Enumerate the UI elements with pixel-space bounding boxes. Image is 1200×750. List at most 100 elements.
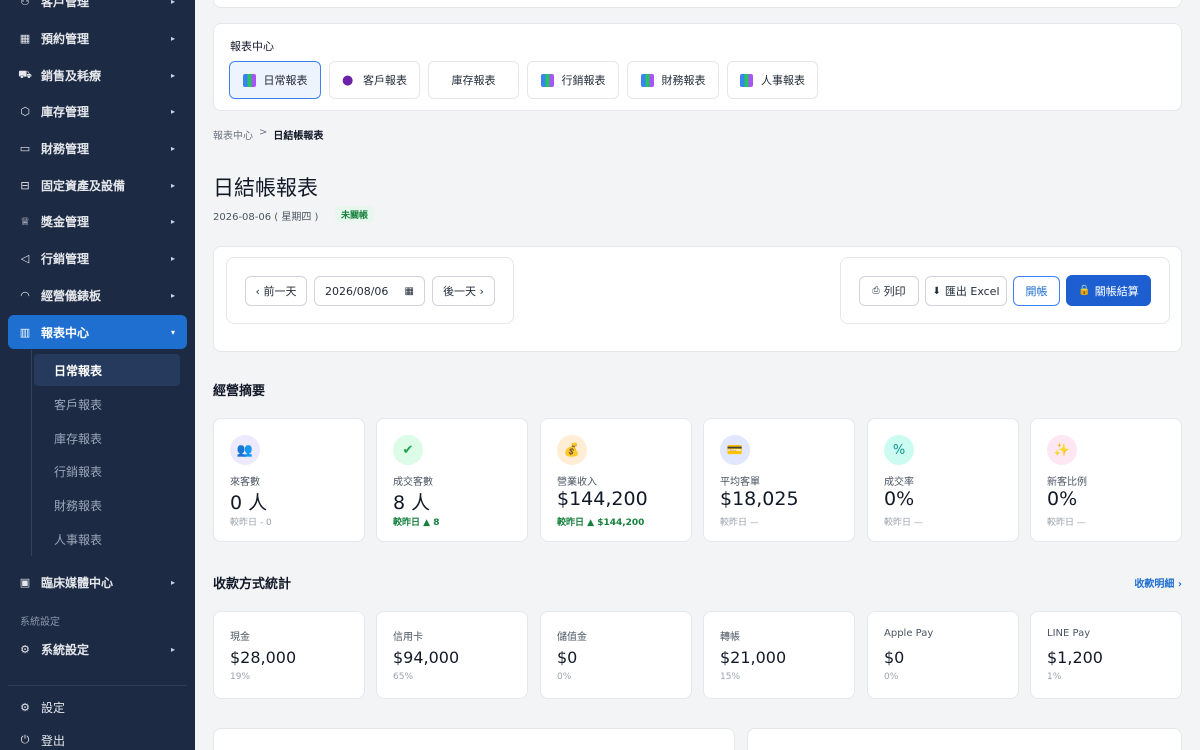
sidebar-item-booking[interactable]: ▦ 預約管理 ▸ — [8, 21, 187, 55]
submenu-item-customer[interactable]: 客戶報表 — [34, 388, 180, 420]
submenu-item-finance[interactable]: 財務報表 — [34, 489, 180, 521]
sidebar-item-media[interactable]: ▣ 臨床媒體中心 ▸ — [8, 565, 187, 599]
export-label: 匯出 Excel — [944, 285, 1000, 298]
sidebar-item-bonus[interactable]: ♕ 獎金管理 ▸ — [8, 204, 187, 238]
chevron-right-icon: ▸ — [170, 33, 175, 43]
sidebar-logout[interactable]: ⏻ 登出 — [8, 723, 187, 750]
payment-value: $0 — [884, 648, 905, 667]
bar-chart-icon — [740, 73, 753, 87]
stat-compare: 較昨日 ▲ $144,200 — [557, 518, 645, 528]
users-icon: 👥 — [230, 435, 260, 465]
stat-label: 營業收入 — [557, 477, 597, 488]
chevron-right-icon: ▸ — [170, 253, 175, 263]
chevron-right-icon: ▸ — [170, 180, 175, 190]
payment-card-stored-value: 儲值金 $0 0% — [540, 611, 692, 699]
calendar-icon: ▦ — [19, 31, 31, 45]
prev-day-button[interactable]: ‹ 前一天 — [245, 276, 307, 306]
page-date: 2026-08-06 ( 星期四 ) — [213, 212, 319, 223]
breadcrumb-parent[interactable]: 報表中心 — [213, 127, 253, 142]
chevron-right-icon: ▸ — [170, 106, 175, 116]
chevron-right-icon: ▸ — [170, 0, 175, 6]
summary-section-title: 經營摘要 — [213, 384, 266, 399]
close-day-button[interactable]: 🔒 關帳結算 — [1066, 275, 1151, 306]
top-card-partial — [213, 0, 1182, 8]
wallet-icon: ▭ — [19, 141, 31, 155]
stat-value: 8 人 — [393, 492, 431, 514]
payment-value: $28,000 — [230, 648, 297, 667]
gear-icon: ⚙ — [20, 642, 30, 656]
payment-label: LINE Pay — [1047, 628, 1091, 639]
printer-icon: ⎙ — [872, 286, 880, 296]
tab-label: 財務報表 — [661, 74, 706, 87]
tab-daily[interactable]: 日常報表 — [229, 61, 321, 99]
submenu-item-daily[interactable]: 日常報表 — [34, 354, 180, 386]
sidebar-item-label: 庫存管理 — [41, 104, 90, 119]
sidebar-item-label: 經營儀錶板 — [41, 288, 102, 303]
close-label: 關帳結算 — [1094, 284, 1139, 298]
submenu-guide-line — [31, 350, 32, 556]
check-icon: ✔ — [393, 435, 423, 465]
chevron-right-icon: ▸ — [170, 290, 175, 300]
stat-card-new-customers: ✨ 新客比例 0% 較昨日 — — [1030, 418, 1182, 542]
payment-label: 轉帳 — [720, 632, 740, 643]
tab-finance[interactable]: 財務報表 — [627, 61, 719, 99]
stat-label: 新客比例 — [1047, 477, 1087, 488]
sidebar-item-label: 獎金管理 — [41, 214, 90, 229]
bar-chart-icon — [242, 73, 256, 87]
chevron-right-icon: ▸ — [170, 70, 175, 80]
sidebar-item-finance[interactable]: ▭ 財務管理 ▸ — [8, 131, 187, 165]
tab-label: 行銷報表 — [561, 74, 606, 87]
chevron-right-icon: ▸ — [170, 577, 175, 587]
credit-card-icon: 💳 — [720, 435, 750, 465]
tab-hr[interactable]: 人事報表 — [727, 61, 818, 99]
stat-card-visitors: 👥 來客數 0 人 較昨日 - 0 — [213, 418, 365, 542]
submenu-item-hr[interactable]: 人事報表 — [34, 523, 180, 555]
payment-label: 儲值金 — [557, 632, 587, 643]
open-day-button[interactable]: 開帳 — [1013, 276, 1060, 306]
print-button[interactable]: ⎙ 列印 — [859, 276, 919, 306]
percent-icon: % — [884, 435, 914, 465]
tab-inventory[interactable]: 庫存報表 — [428, 61, 519, 99]
sidebar-item-reports[interactable]: ▥ 報表中心 ▾ — [8, 315, 187, 349]
sidebar-item-label: 預約管理 — [41, 31, 90, 46]
sidebar-item-system[interactable]: ⚙ 系統設定 ▸ — [8, 632, 187, 666]
stat-label: 來客數 — [230, 477, 260, 488]
sidebar-item-inventory[interactable]: ⬡ 庫存管理 ▸ — [8, 94, 187, 128]
payment-detail-link[interactable]: 收款明細 › — [1134, 575, 1182, 590]
export-excel-button[interactable]: ⬇ 匯出 Excel — [925, 276, 1007, 306]
image-icon: ▣ — [19, 575, 31, 589]
date-picker-input[interactable]: 2026/08/06 ▦ — [314, 276, 425, 306]
bottom-right-card — [747, 728, 1182, 750]
sidebar-item-dashboard[interactable]: ◠ 經營儀錶板 ▸ — [8, 278, 187, 312]
stat-value: 0 人 — [230, 492, 268, 514]
bottom-left-card — [213, 728, 735, 750]
sidebar-item-label: 報表中心 — [41, 325, 90, 340]
tab-customer[interactable]: ● 客戶報表 — [329, 61, 420, 99]
sidebar-settings[interactable]: ⚙ 設定 — [8, 690, 187, 724]
payment-percent: 1% — [1047, 672, 1062, 682]
next-day-button[interactable]: 後一天 › — [432, 276, 495, 306]
submenu-item-marketing[interactable]: 行銷報表 — [34, 455, 180, 487]
sidebar-item-label: 系統設定 — [41, 642, 90, 657]
submenu-item-inventory[interactable]: 庫存報表 — [34, 422, 180, 454]
briefcase-icon: ⊟ — [20, 178, 30, 192]
stat-label: 成交客數 — [393, 477, 433, 488]
breadcrumb: 報表中心 > 日結帳報表 — [213, 127, 323, 142]
sidebar-item-marketing[interactable]: ◁ 行銷管理 ▸ — [8, 241, 187, 275]
stat-card-revenue: 💰 營業收入 $144,200 較昨日 ▲ $144,200 — [540, 418, 692, 542]
sidebar-item-customer[interactable]: ⚇ 客戶管理 ▸ — [8, 0, 187, 18]
tab-marketing[interactable]: 行銷報表 — [527, 61, 619, 99]
settings-icon: ⚙ — [20, 700, 30, 714]
sidebar: ⚇ 客戶管理 ▸ ▦ 預約管理 ▸ ⛟ 銷售及耗療 ▸ ⬡ 庫存管理 ▸ ▭ 財… — [0, 0, 195, 750]
sidebar-item-label: 臨床媒體中心 — [41, 575, 114, 590]
tab-label: 客戶報表 — [363, 74, 407, 87]
payment-percent: 15% — [720, 672, 741, 682]
sidebar-item-assets[interactable]: ⊟ 固定資產及設備 ▸ — [8, 168, 187, 202]
sidebar-item-label: 固定資產及設備 — [41, 178, 126, 193]
tab-label: 日常報表 — [263, 74, 308, 87]
sidebar-item-sales[interactable]: ⛟ 銷售及耗療 ▸ — [8, 58, 187, 92]
tab-label: 人事報表 — [761, 74, 805, 87]
sidebar-section-label: 系統設定 — [20, 617, 60, 628]
megaphone-icon: ◁ — [20, 251, 30, 265]
payment-value: $1,200 — [1047, 648, 1103, 667]
